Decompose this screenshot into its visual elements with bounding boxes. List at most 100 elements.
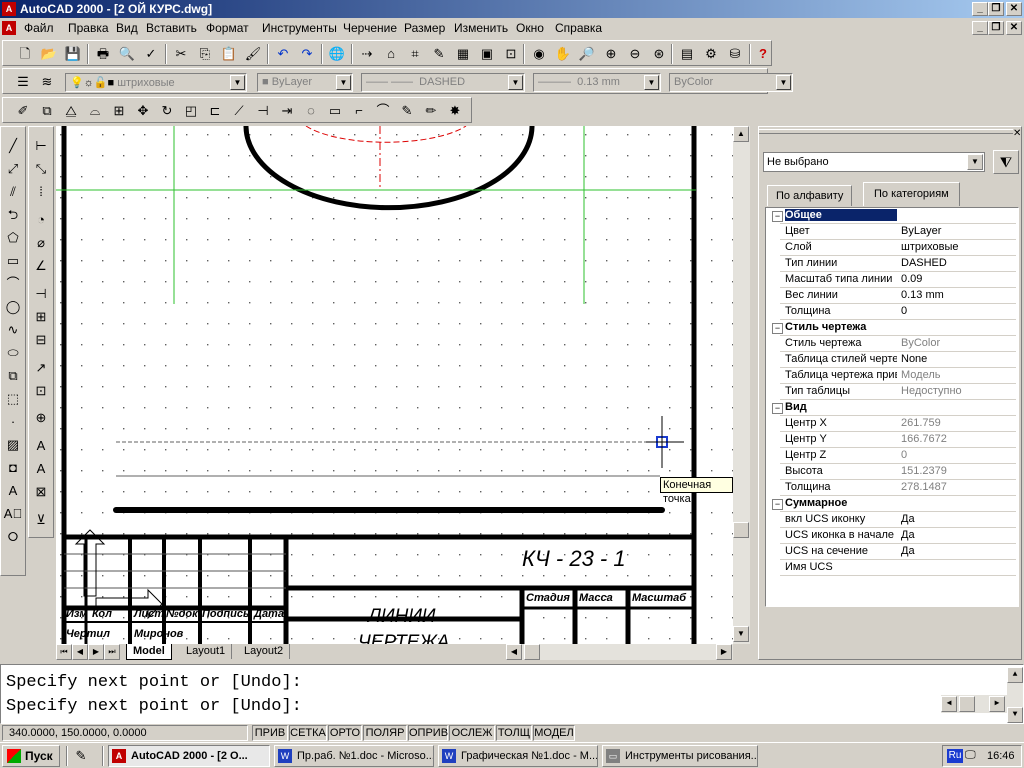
property-row[interactable]: Таблица стилей черте None	[780, 352, 1016, 368]
property-row[interactable]: Цвет ByLayer	[780, 224, 1016, 240]
tracking-icon[interactable]: ⇢	[357, 44, 377, 64]
make-block-icon[interactable]: ⬚	[2, 388, 24, 410]
tab-prev-icon[interactable]: ◀	[72, 644, 88, 660]
menu-help[interactable]: Справка	[555, 21, 602, 35]
status-toggle-1[interactable]: СЕТКА	[289, 725, 327, 741]
status-toggle-0[interactable]: ПРИВ	[252, 725, 288, 741]
diameter-dim-icon[interactable]: ⌀	[30, 232, 52, 254]
minimize-button[interactable]: _	[972, 2, 988, 16]
property-value[interactable]: 0.13 mm	[901, 289, 1014, 301]
continue-dim-icon[interactable]: ⊟	[30, 329, 52, 351]
property-row[interactable]: UCS иконка в начале к Да	[780, 528, 1016, 544]
tab-layout2[interactable]: Layout2	[238, 644, 291, 659]
property-category[interactable]: − Вид	[772, 400, 1016, 416]
property-row[interactable]: Толщина 278.1487	[780, 480, 1016, 496]
copy-icon[interactable]: ⎘	[195, 44, 215, 64]
tab-alphabetic[interactable]: По алфавиту	[767, 185, 853, 206]
property-row[interactable]: Вес линии 0.13 mm	[780, 288, 1016, 304]
print-preview-icon[interactable]: 🔍	[117, 44, 137, 64]
property-row[interactable]: Имя UCS	[780, 560, 1016, 576]
menu-edit[interactable]: Правка	[68, 21, 109, 35]
doc-restore-button[interactable]: ❐	[988, 21, 1004, 35]
property-row[interactable]: Толщина 0	[780, 304, 1016, 320]
autocad-app-icon[interactable]: A	[2, 2, 16, 16]
region-icon[interactable]: ◘	[2, 457, 24, 479]
status-toggle-6[interactable]: ТОЛЩ	[496, 725, 532, 741]
redo-icon[interactable]: ↷	[297, 44, 317, 64]
property-value[interactable]: ByLayer	[901, 225, 1014, 237]
palette-grip[interactable]	[759, 129, 1013, 134]
property-row[interactable]: Центр Y 166.7672	[780, 432, 1016, 448]
chevron-down-icon[interactable]: ▼	[230, 75, 245, 90]
property-value[interactable]: Да	[901, 513, 1014, 525]
property-category[interactable]: − Стиль чертежа	[772, 320, 1016, 336]
angular-dim-icon[interactable]: ∠	[30, 255, 52, 277]
properties-icon[interactable]: ▤	[677, 44, 697, 64]
property-category[interactable]: − Суммарное	[772, 496, 1016, 512]
color-combo[interactable]: ■ ByLayer ▼	[257, 73, 353, 92]
command-window[interactable]: Specify next point or [Undo]: Specify ne…	[0, 664, 1024, 724]
scroll-right-icon[interactable]: ▶	[989, 696, 1005, 712]
property-value[interactable]: 0	[901, 305, 1014, 317]
property-value[interactable]: 166.7672	[901, 433, 1014, 445]
inquiry-icon[interactable]: ⌗	[405, 44, 425, 64]
polyline-icon[interactable]: ⮌	[2, 204, 24, 226]
ucs-icon[interactable]: ⌂	[381, 44, 401, 64]
scroll-down-icon[interactable]: ▼	[733, 626, 749, 642]
menu-format[interactable]: Формат	[206, 21, 249, 35]
tolerance-icon[interactable]: ⊡	[30, 380, 52, 402]
status-toggle-7[interactable]: МОДЕЛ	[533, 725, 575, 741]
ordinate-dim-icon[interactable]: ⁞	[30, 181, 52, 203]
quicklaunch-icon[interactable]: ✎	[72, 747, 90, 765]
multiline-text-icon[interactable]: A	[2, 480, 24, 502]
property-row[interactable]: UCS на сечение Да	[780, 544, 1016, 560]
rotate-icon[interactable]: ↻	[157, 101, 177, 121]
property-value[interactable]: Недоступно	[901, 385, 1014, 397]
property-value[interactable]: Да	[901, 529, 1014, 541]
property-value[interactable]: 0	[901, 449, 1014, 461]
property-value[interactable]: ByColor	[901, 337, 1014, 349]
task-drawing-tools[interactable]: ▭ Инструменты рисования...	[602, 745, 758, 767]
3d-orbit-icon[interactable]: ◉	[529, 44, 549, 64]
trim-icon[interactable]: ⊣	[253, 101, 273, 121]
lengthen-icon[interactable]: ⟋	[229, 101, 249, 121]
scroll-left-icon[interactable]: ◀	[941, 696, 957, 712]
insert-block-icon[interactable]: ⧉	[2, 365, 24, 387]
circle-icon[interactable]: ◯	[2, 296, 24, 318]
scroll-up-icon[interactable]: ▲	[1007, 667, 1023, 683]
lineweight-combo[interactable]: ——— 0.13 mm ▼	[533, 73, 661, 92]
hyperlink-icon[interactable]: 🌐	[327, 44, 347, 64]
scroll-down-icon[interactable]: ▼	[1007, 707, 1023, 723]
paste-icon[interactable]: 📋	[219, 44, 239, 64]
property-row[interactable]: Центр X 261.759	[780, 416, 1016, 432]
rectangle-icon[interactable]: ▭	[2, 250, 24, 272]
restore-button[interactable]: ❐	[988, 2, 1004, 16]
chevron-down-icon[interactable]: ▼	[336, 75, 351, 90]
property-row[interactable]: Стиль чертежа ByColor	[780, 336, 1016, 352]
center-mark-icon[interactable]: ⊕	[30, 407, 52, 429]
spline-icon[interactable]: ∿	[2, 319, 24, 341]
dim-style-icon[interactable]: ⊻	[30, 509, 52, 531]
scale-icon[interactable]: ◰	[181, 101, 201, 121]
document-icon[interactable]: A	[2, 21, 16, 35]
status-toggle-4[interactable]: ОПРИВ	[408, 725, 448, 741]
close-button[interactable]: ✕	[1006, 2, 1022, 16]
chevron-down-icon[interactable]: ▼	[776, 75, 791, 90]
design-center-icon[interactable]: ⚙	[701, 44, 721, 64]
pan-icon[interactable]: ✋	[553, 44, 573, 64]
command-hscroll[interactable]: ◀ ▶	[941, 695, 1007, 713]
donut-icon[interactable]: ⭘	[2, 526, 24, 548]
tab-categorized[interactable]: По категориям	[863, 182, 960, 206]
plotstyle-combo[interactable]: ByColor ▼	[669, 73, 793, 92]
polygon-icon[interactable]: ⬠	[2, 227, 24, 249]
scroll-right-icon[interactable]: ▶	[716, 644, 732, 660]
chevron-down-icon[interactable]: ▼	[644, 75, 659, 90]
cut-icon[interactable]: ✂	[171, 44, 191, 64]
explode-icon[interactable]: ✎	[397, 101, 417, 121]
undo-icon[interactable]: ↶	[273, 44, 293, 64]
property-row[interactable]: Высота 151.2379	[780, 464, 1016, 480]
offset-icon[interactable]: ⌓	[85, 101, 105, 121]
line-icon[interactable]: ╱	[2, 135, 24, 157]
property-row[interactable]: Масштаб типа линии 0.09	[780, 272, 1016, 288]
close-icon[interactable]: ✕	[1013, 129, 1023, 139]
